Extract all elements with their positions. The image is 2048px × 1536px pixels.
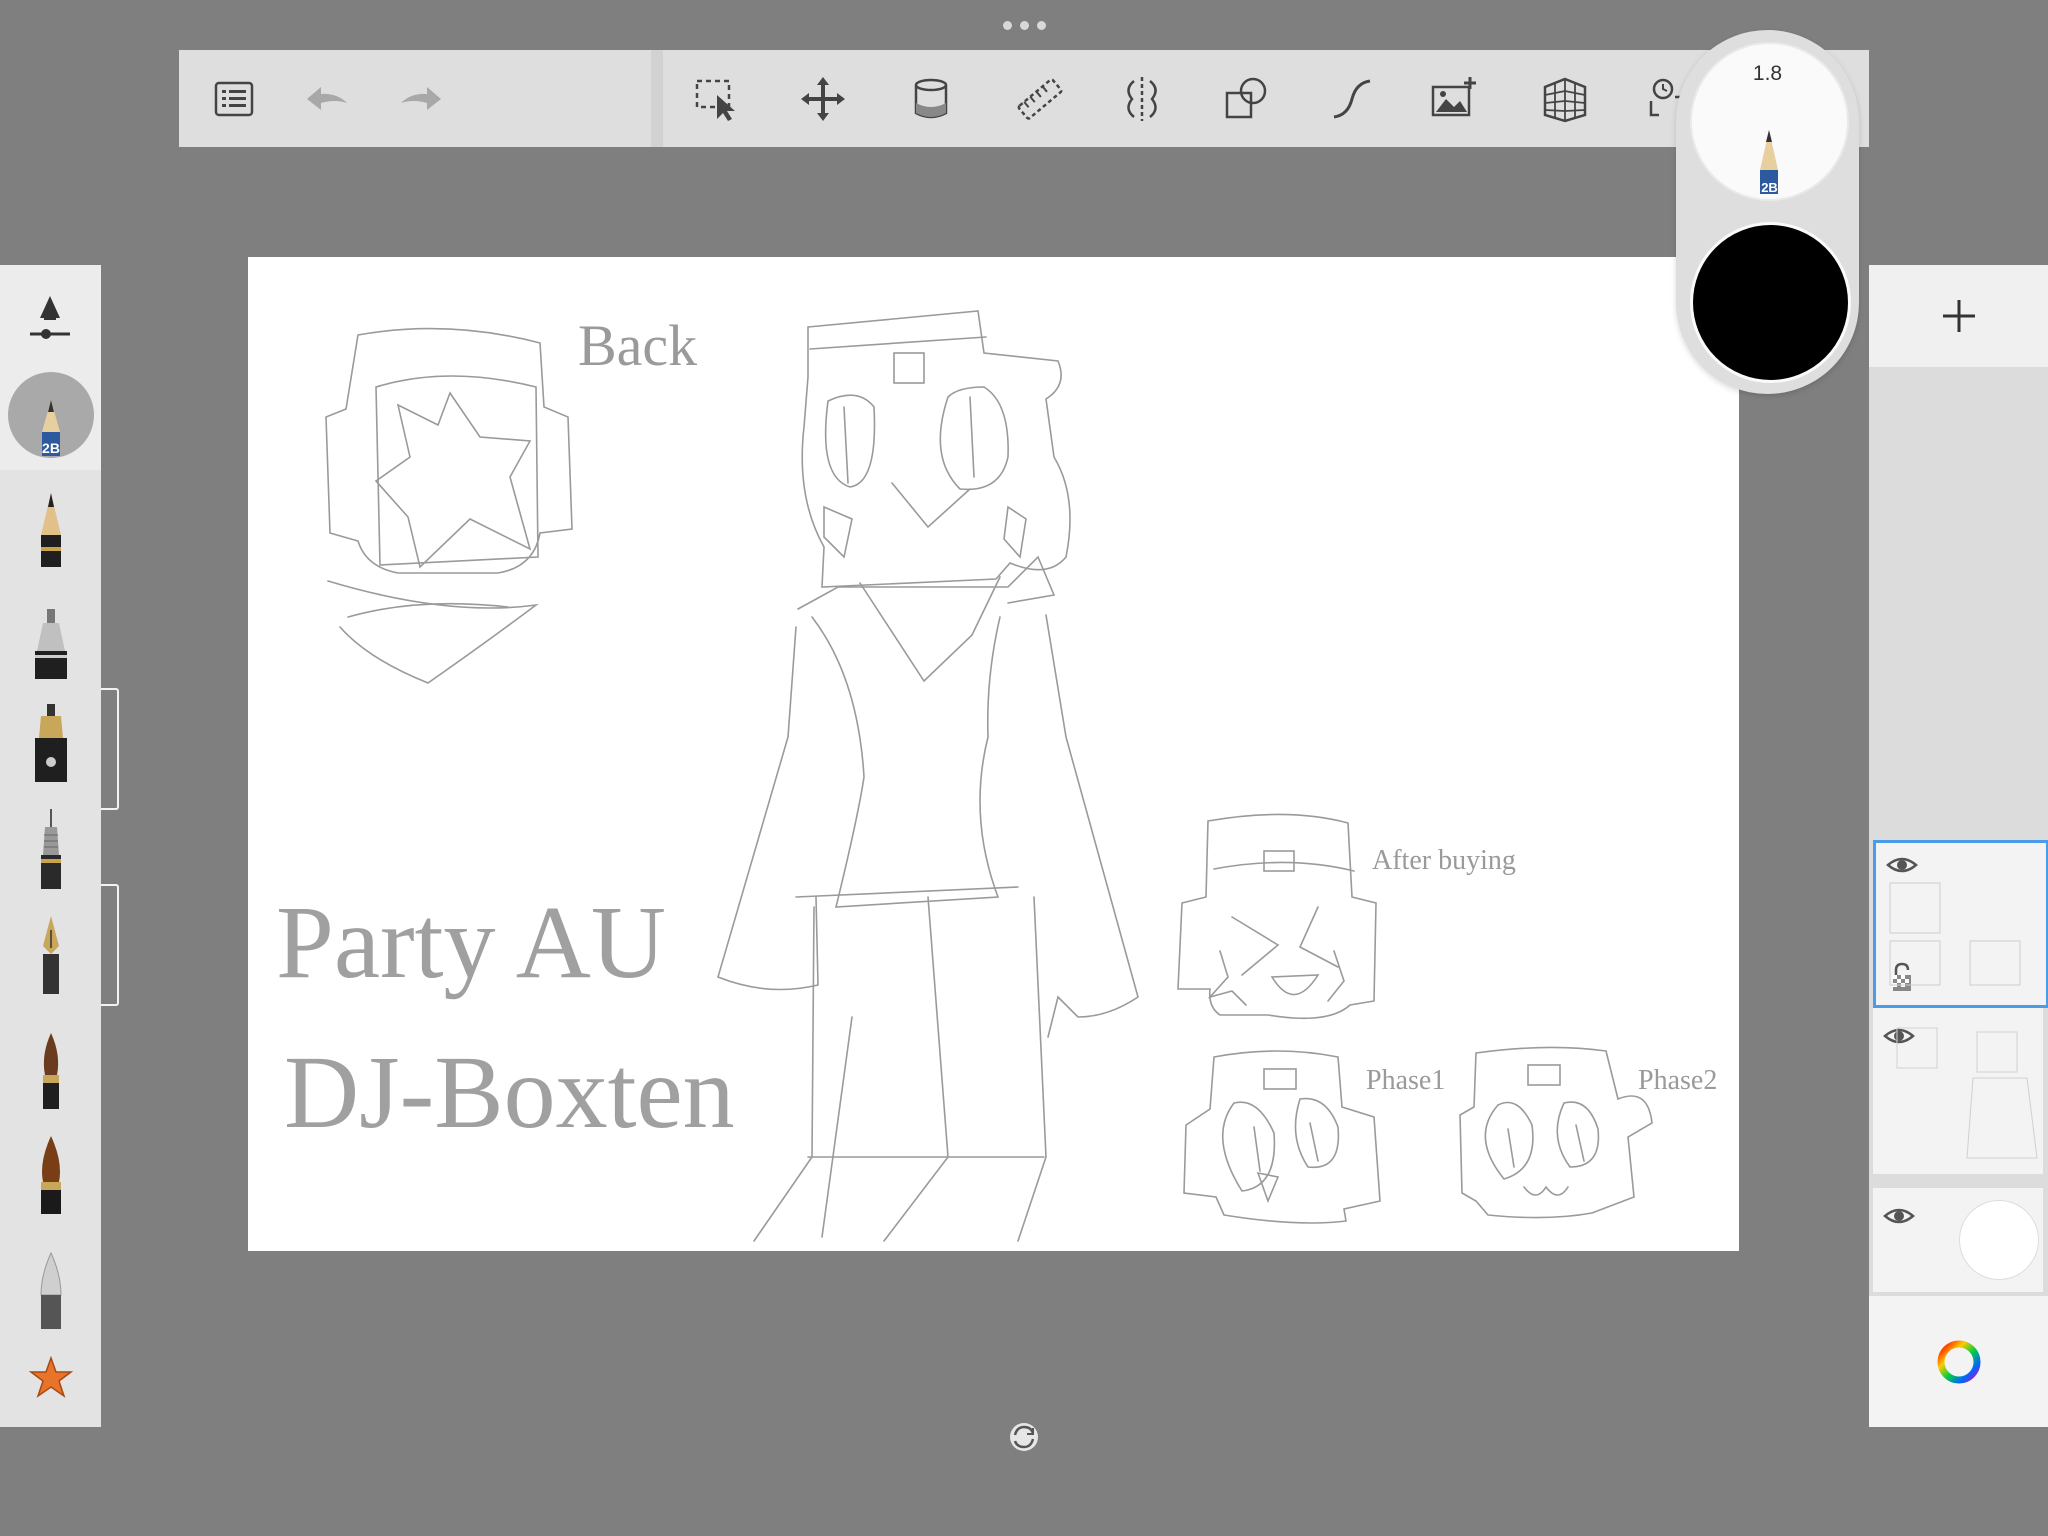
canvas-reset-icon[interactable] [1007,1420,1041,1454]
brush-color-control[interactable] [1690,222,1851,383]
layer-1[interactable] [1873,840,2048,1008]
technical-pen-brush[interactable] [0,800,101,900]
brush-group-bracket [101,688,119,810]
plus-icon [1942,300,1975,332]
label-after-buying: After buying [1372,845,1516,876]
ink-pen-brush[interactable] [0,693,101,793]
favorites-star-icon[interactable] [0,1325,101,1425]
perspective-icon[interactable] [1530,50,1600,147]
move-icon[interactable] [788,50,858,147]
redo-icon[interactable] [386,50,456,147]
label-phase1: Phase1 [1366,1065,1445,1096]
layer-1-thumbnail [1889,882,2021,986]
color-editor-button[interactable] [1869,1296,2048,1427]
background-layer[interactable] [1873,1188,2043,1292]
add-image-icon[interactable] [1419,50,1489,147]
active-brush-grade: 2B [42,440,60,456]
label-phase2: Phase2 [1638,1065,1717,1096]
label-title2: DJ-Boxten [284,1035,735,1150]
selection-icon[interactable] [682,50,752,147]
label-title1: Party AU [276,885,666,1000]
shapes-icon[interactable] [1212,50,1282,147]
eye-icon[interactable] [1883,1204,1915,1228]
fill-icon[interactable] [896,50,966,147]
brush-group-bracket [101,884,119,1006]
more-options-handle[interactable] [998,18,1050,32]
layer-2-thumbnail [1896,1027,2038,1159]
calligraphy-pen-brush[interactable] [0,905,101,1005]
undo-icon[interactable] [292,50,362,147]
background-color-swatch[interactable] [1959,1200,2039,1280]
label-back: Back [578,313,697,378]
active-brush-button[interactable]: 2B [8,372,94,458]
brush-size-label: 1.8 [1752,62,1783,85]
marker-brush[interactable] [0,590,101,690]
paint-brush[interactable] [0,1020,101,1120]
add-layer-button[interactable] [1869,265,2048,367]
puck-brush-grade: 2B [1761,180,1778,195]
color-wheel-icon [1937,1340,1980,1383]
pencil-brush[interactable] [0,480,101,580]
drawing-canvas[interactable]: Back Party AU DJ-Boxten After buying Pha… [248,257,1739,1251]
curve-icon[interactable] [1317,50,1387,147]
layer-2[interactable] [1873,1008,2043,1174]
toolbar [179,50,1869,147]
brush-properties-icon[interactable] [28,290,72,340]
menu-icon[interactable] [199,50,269,147]
symmetry-icon[interactable] [1107,50,1177,147]
ruler-icon[interactable] [1005,50,1075,147]
sketch-drawing: Back Party AU DJ-Boxten After buying Pha… [276,310,1717,1242]
ink-brush[interactable] [0,1125,101,1225]
